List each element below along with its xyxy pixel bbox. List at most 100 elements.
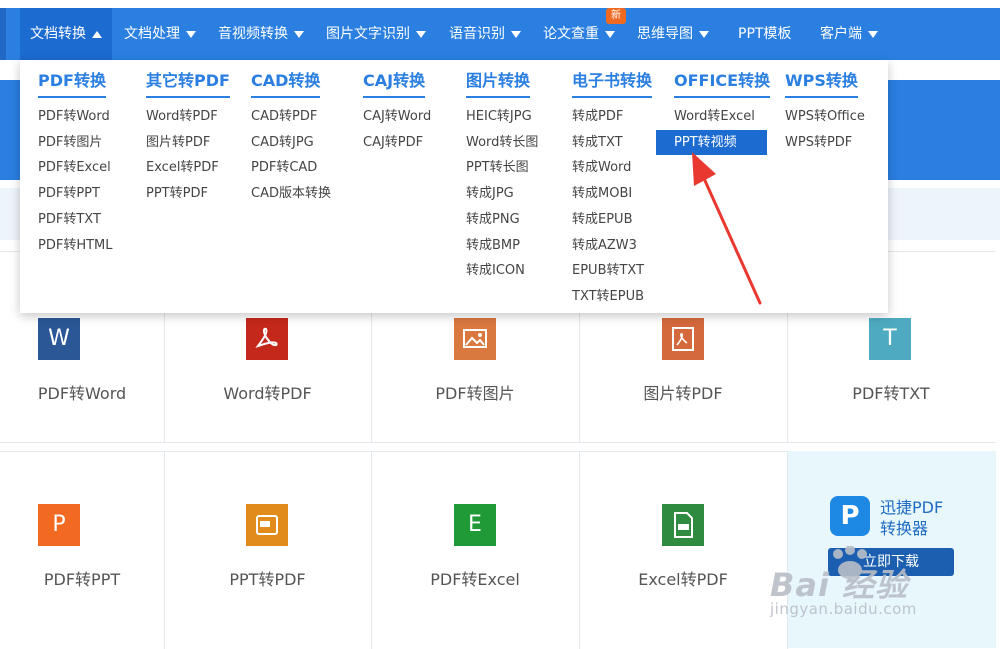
- link-caj-to-word[interactable]: CAJ转Word: [363, 104, 431, 130]
- pdf-icon: [662, 318, 704, 360]
- link-word-to-excel[interactable]: Word转Excel: [674, 104, 770, 130]
- nav-item-doc-process[interactable]: 文档处理: [124, 8, 196, 60]
- link-ebook-to-word[interactable]: 转成Word: [572, 155, 652, 181]
- link-epub-to-txt[interactable]: EPUB转TXT: [572, 258, 652, 284]
- link-cad-to-pdf[interactable]: CAD转PDF: [251, 104, 331, 130]
- chevron-down-icon: [511, 30, 521, 38]
- link-wps-to-office[interactable]: WPS转Office: [785, 104, 865, 130]
- tile-label: 图片转PDF: [643, 384, 723, 403]
- app-logo-icon: P: [830, 496, 870, 536]
- tile-label: PDF转PPT: [43, 570, 121, 589]
- chevron-down-icon: [868, 30, 878, 38]
- link-word-to-pdf[interactable]: Word转PDF: [146, 104, 230, 130]
- column-title: CAD转换: [251, 70, 321, 98]
- nav-item-label: 思维导图: [637, 26, 693, 42]
- link-pdf-to-word[interactable]: PDF转Word: [38, 104, 113, 130]
- link-to-icon[interactable]: 转成ICON: [466, 258, 538, 284]
- link-pdf-to-cad[interactable]: PDF转CAD: [251, 155, 331, 181]
- app-name-line: 迅捷PDF: [880, 498, 944, 517]
- nav-item-label: 图片文字识别: [326, 26, 410, 42]
- nav-item-speech[interactable]: 语音识别: [449, 8, 521, 60]
- link-to-jpg[interactable]: 转成JPG: [466, 181, 538, 207]
- link-heic-to-jpg[interactable]: HEIC转JPG: [466, 104, 538, 130]
- tile-label: Excel转PDF: [638, 570, 728, 589]
- nav-item-label: 文档处理: [124, 26, 180, 42]
- tile-label: PPT转PDF: [229, 570, 306, 589]
- link-pdf-to-image[interactable]: PDF转图片: [38, 130, 113, 156]
- column-title: PDF转换: [38, 70, 106, 98]
- dropdown-column-caj: CAJ转换 CAJ转Word CAJ转PDF: [363, 70, 431, 155]
- column-title: CAJ转换: [363, 70, 426, 98]
- dropdown-column-image: 图片转换 HEIC转JPG Word转长图 PPT转长图 转成JPG 转成PNG…: [466, 70, 538, 284]
- tile-label: Word转PDF: [223, 384, 312, 403]
- watermark-url: jingyan.baidu.com: [770, 600, 917, 618]
- pdf-file-icon: [246, 504, 288, 546]
- link-pdf-to-txt[interactable]: PDF转TXT: [38, 207, 113, 233]
- link-pdf-to-excel[interactable]: PDF转Excel: [38, 155, 113, 181]
- link-ppt-to-long-image[interactable]: PPT转长图: [466, 155, 538, 181]
- top-nav: 文档转换 文档处理 音视频转换 图片文字识别 语音识别 论文查重 思维导图 PP…: [0, 8, 1000, 60]
- link-image-to-pdf[interactable]: 图片转PDF: [146, 130, 230, 156]
- link-ppt-to-pdf[interactable]: PPT转PDF: [146, 181, 230, 207]
- nav-item-mindmap[interactable]: 思维导图: [637, 8, 709, 60]
- column-title: OFFICE转换: [674, 70, 771, 98]
- tile-label: PDF转TXT: [852, 384, 930, 403]
- pdf-icon: [246, 318, 288, 360]
- link-ebook-to-txt[interactable]: 转成TXT: [572, 130, 652, 156]
- nav-item-ocr[interactable]: 图片文字识别: [326, 8, 426, 60]
- link-word-to-long-image[interactable]: Word转长图: [466, 130, 538, 156]
- new-badge: 新: [606, 8, 626, 24]
- nav-item-label: PPT模板: [738, 26, 792, 42]
- tile-pdf-to-excel[interactable]: E PDF转Excel: [371, 452, 580, 649]
- link-cad-version[interactable]: CAD版本转换: [251, 181, 331, 207]
- nav-item-label: 文档转换: [30, 26, 86, 42]
- link-ebook-to-pdf[interactable]: 转成PDF: [572, 104, 652, 130]
- word-icon: W: [38, 318, 80, 360]
- dropdown-column-cad: CAD转换 CAD转PDF CAD转JPG PDF转CAD CAD版本转换: [251, 70, 331, 207]
- nav-item-label: 音视频转换: [218, 26, 288, 42]
- watermark: Bai 经验 jingyan.baidu.com: [770, 546, 1000, 630]
- chevron-up-icon: [92, 30, 102, 38]
- link-ebook-to-mobi[interactable]: 转成MOBI: [572, 181, 652, 207]
- tile-label: PDF转Excel: [430, 570, 520, 589]
- txt-icon: T: [869, 318, 911, 360]
- link-ebook-to-epub[interactable]: 转成EPUB: [572, 207, 652, 233]
- column-title: 图片转换: [466, 70, 531, 98]
- nav-item-label: 论文查重: [543, 26, 599, 42]
- link-to-bmp[interactable]: 转成BMP: [466, 233, 538, 259]
- nav-item-client[interactable]: 客户端: [820, 8, 878, 60]
- link-to-png[interactable]: 转成PNG: [466, 207, 538, 233]
- link-ebook-to-azw3[interactable]: 转成AZW3: [572, 233, 652, 259]
- link-pdf-to-ppt[interactable]: PDF转PPT: [38, 181, 113, 207]
- link-txt-to-epub[interactable]: TXT转EPUB: [572, 284, 652, 310]
- chevron-down-icon: [699, 30, 709, 38]
- tile-ppt-to-pdf[interactable]: PPT转PDF: [164, 452, 372, 649]
- app-name-line: 转换器: [880, 519, 929, 538]
- tile-excel-to-pdf[interactable]: Excel转PDF: [579, 452, 788, 649]
- link-caj-to-pdf[interactable]: CAJ转PDF: [363, 130, 431, 156]
- link-pdf-to-html[interactable]: PDF转HTML: [38, 233, 113, 259]
- link-cad-to-jpg[interactable]: CAD转JPG: [251, 130, 331, 156]
- nav-menu-toggle[interactable]: [0, 8, 6, 60]
- chevron-down-icon: [416, 30, 426, 38]
- nav-item-label: 语音识别: [449, 26, 505, 42]
- pdf-file-icon: [662, 504, 704, 546]
- link-wps-to-pdf[interactable]: WPS转PDF: [785, 130, 865, 156]
- nav-item-paper-check[interactable]: 论文查重: [543, 8, 615, 60]
- nav-item-doc-convert[interactable]: 文档转换: [20, 8, 112, 60]
- dropdown-column-pdf: PDF转换 PDF转Word PDF转图片 PDF转Excel PDF转PPT …: [38, 70, 113, 258]
- nav-item-label: 客户端: [820, 26, 862, 42]
- dropdown-column-office: OFFICE转换 Word转Excel PPT转视频: [656, 70, 771, 156]
- image-icon: [454, 318, 496, 360]
- dropdown-column-wps: WPS转换 WPS转Office WPS转PDF: [785, 70, 865, 155]
- column-title: 其它转PDF: [146, 70, 230, 98]
- tile-pdf-to-ppt[interactable]: P PDF转PPT: [0, 452, 165, 649]
- link-excel-to-pdf[interactable]: Excel转PDF: [146, 155, 230, 181]
- column-title: WPS转换: [785, 70, 858, 98]
- column-title: 电子书转换: [572, 70, 653, 98]
- nav-item-av-convert[interactable]: 音视频转换: [218, 8, 304, 60]
- tile-label: PDF转图片: [435, 384, 515, 403]
- nav-item-ppt-template[interactable]: PPT模板: [738, 8, 791, 60]
- chevron-down-icon: [294, 30, 304, 38]
- excel-icon: E: [454, 504, 496, 546]
